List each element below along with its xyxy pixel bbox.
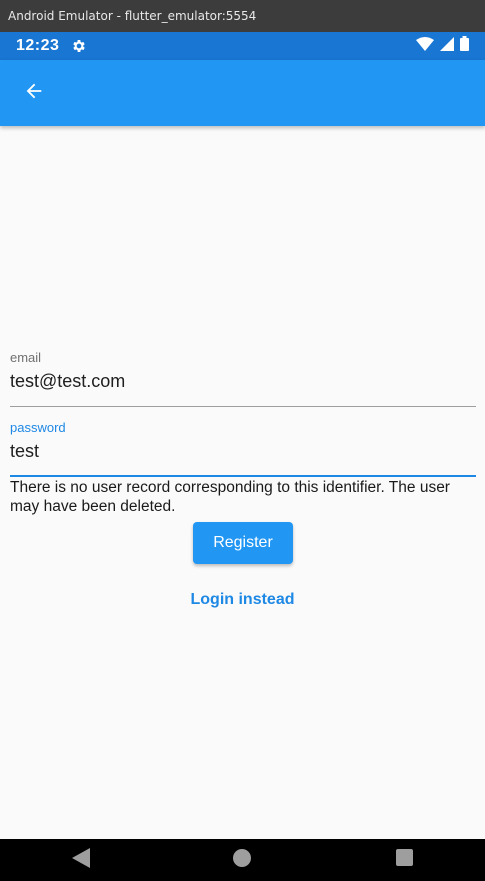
wifi-icon	[416, 36, 434, 56]
error-message: There is no user record corresponding to…	[10, 479, 450, 515]
recents-square-icon	[395, 849, 413, 871]
password-underline	[10, 475, 476, 477]
password-field[interactable]: password test	[10, 420, 476, 478]
back-button[interactable]	[10, 69, 58, 117]
password-input[interactable]: test	[10, 441, 476, 462]
window-title: Android Emulator - flutter_emulator:5554	[8, 9, 257, 23]
password-label: password	[10, 420, 66, 435]
battery-icon	[460, 36, 469, 56]
emulator-title-bar: Android Emulator - flutter_emulator:5554	[0, 0, 485, 32]
app-bar	[0, 60, 485, 126]
status-icons	[416, 36, 469, 56]
back-triangle-icon	[71, 847, 90, 873]
nav-home-button[interactable]	[212, 839, 272, 881]
login-instead-button[interactable]: Login instead	[0, 591, 485, 609]
register-button[interactable]: Register	[193, 522, 293, 564]
email-underline	[10, 406, 476, 407]
back-arrow-icon	[23, 80, 45, 107]
status-bar: 12:23	[0, 32, 485, 60]
email-input[interactable]: test@test.com	[10, 371, 476, 392]
home-circle-icon	[233, 848, 252, 872]
system-nav-bar	[0, 839, 485, 881]
nav-back-button[interactable]	[51, 839, 111, 881]
nav-recents-button[interactable]	[374, 839, 434, 881]
email-label: email	[10, 350, 42, 365]
email-field[interactable]: email test@test.com	[10, 350, 476, 408]
status-time: 12:23	[16, 37, 60, 54]
settings-gear-icon	[71, 38, 87, 54]
cell-signal-icon	[440, 36, 454, 56]
